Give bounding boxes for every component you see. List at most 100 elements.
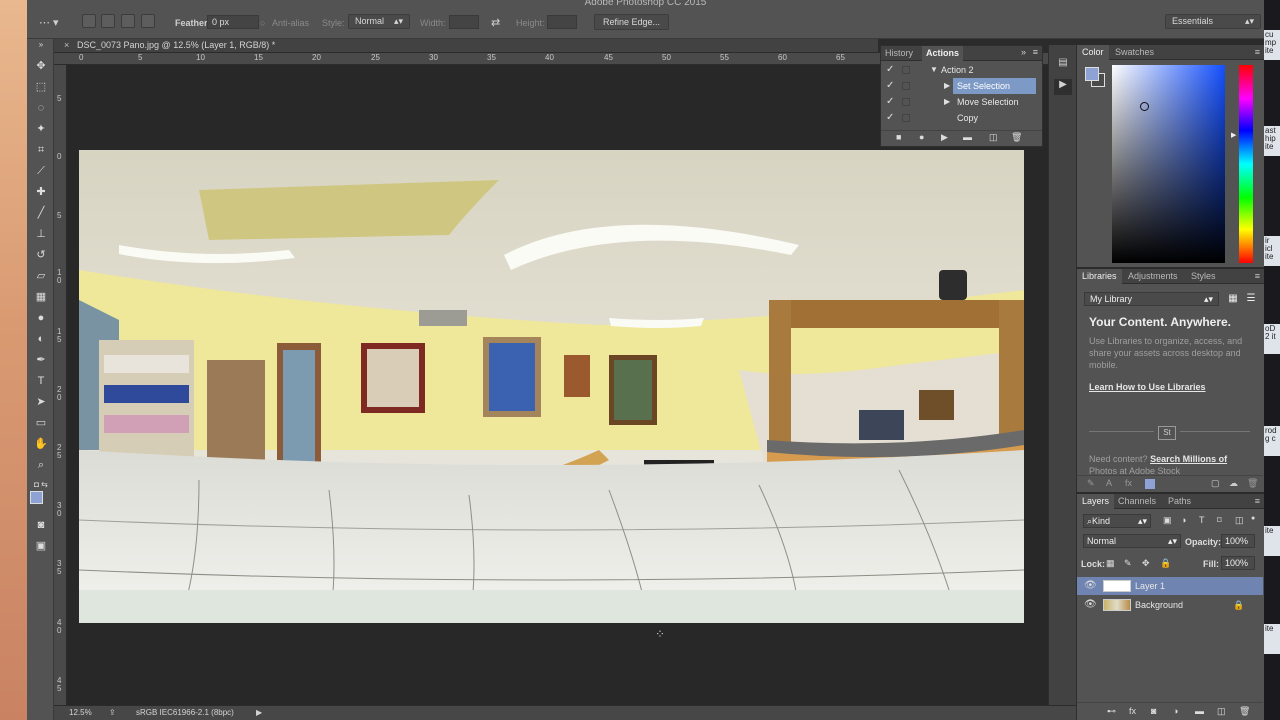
desktop-item[interactable]: ir icl ite (1264, 236, 1280, 266)
antialias-checkbox[interactable]: ○ (260, 16, 265, 30)
swap-icon[interactable]: ⇄ (491, 16, 500, 30)
add-text-icon[interactable]: A (1106, 478, 1112, 488)
close-document-icon[interactable]: × (64, 39, 69, 52)
color-picker-cursor[interactable] (1140, 102, 1149, 111)
hue-slider-handle[interactable]: ▶ (1231, 131, 1236, 139)
color-panel-foreground-swatch[interactable] (1085, 67, 1099, 81)
dialog-toggle[interactable] (902, 66, 910, 74)
blend-mode-select[interactable]: Normal ▴▾ (1083, 534, 1181, 548)
learn-libraries-link[interactable]: Learn How to Use Libraries (1089, 382, 1206, 392)
layer-row[interactable]: 👁 Layer 1 (1077, 577, 1263, 595)
move-tool-icon[interactable]: ✥ (32, 58, 50, 75)
action-row[interactable]: ✓ ▶ Move Selection (881, 94, 1042, 110)
tab-paths[interactable]: Paths (1163, 494, 1196, 509)
document-tab[interactable]: × DSC_0073 Pano.jpg @ 12.5% (Layer 1, RG… (54, 39, 878, 53)
quick-mask-icon[interactable]: ◙ (32, 517, 50, 534)
action-row[interactable]: ✓ ▶ Set Selection (881, 78, 1042, 94)
desktop-item[interactable]: ite (1264, 624, 1280, 654)
add-mask-icon[interactable]: ◙ (1151, 706, 1156, 716)
lock-position-icon[interactable]: ✥ (1142, 558, 1150, 569)
link-layers-icon[interactable]: ⊷ (1107, 706, 1116, 717)
dialog-toggle[interactable] (902, 114, 910, 122)
panorama-image[interactable] (79, 150, 1024, 623)
action-row[interactable]: ✓ ▼ Action 2 (881, 62, 1042, 78)
library-select[interactable]: My Library ▴▾ (1084, 292, 1219, 306)
new-layer-icon[interactable]: ◫ (1217, 706, 1226, 717)
clone-stamp-tool-icon[interactable]: ⊥ (32, 226, 50, 243)
height-input[interactable] (547, 15, 577, 29)
tool-preset-picker[interactable]: ⋯ ▾ (39, 16, 59, 30)
adjustment-layer-icon[interactable]: ◑ (1173, 706, 1178, 716)
feather-input[interactable]: 0 px (207, 15, 259, 29)
tab-history[interactable]: History (881, 46, 917, 61)
expand-arrow-icon[interactable]: ▶ (944, 94, 950, 110)
desktop-item[interactable]: ast hip ite (1264, 126, 1280, 156)
brush-tool-icon[interactable]: ╱ (32, 205, 50, 222)
action-enabled-checkbox[interactable]: ✓ (886, 110, 894, 126)
zoom-level[interactable]: 12.5% (69, 706, 92, 720)
collapse-arrow-icon[interactable]: ▼ (930, 62, 938, 78)
lock-image-icon[interactable]: ✎ (1124, 558, 1132, 569)
desktop-item[interactable]: oD 2 it (1264, 324, 1280, 354)
add-graphic-icon[interactable]: ✎ (1087, 478, 1095, 489)
opacity-input[interactable]: 100% (1221, 534, 1255, 548)
visibility-eye-icon[interactable]: 👁 (1084, 577, 1097, 595)
eyedropper-tool-icon[interactable]: ⟋ (32, 163, 50, 180)
marquee-tool-icon[interactable]: ⬚ (32, 79, 50, 96)
shape-tool-icon[interactable]: ▭ (32, 415, 50, 432)
style-select[interactable]: Normal ▴▾ (348, 14, 410, 29)
foreground-color-swatch[interactable] (30, 491, 43, 504)
tab-swatches[interactable]: Swatches (1110, 45, 1159, 60)
screen-mode-icon[interactable]: ▣ (32, 538, 50, 555)
tab-layers[interactable]: Layers (1077, 494, 1115, 509)
tab-libraries[interactable]: Libraries (1077, 269, 1122, 284)
layer-row[interactable]: 👁 Background 🔒 (1077, 596, 1263, 614)
tab-adjustments[interactable]: Adjustments (1123, 269, 1183, 284)
list-view-icon[interactable]: ☰ (1244, 292, 1258, 306)
desktop-item[interactable]: rod g c (1264, 426, 1280, 456)
layer-style-icon[interactable]: fx (1129, 706, 1136, 716)
stock-icon[interactable]: ▢ (1211, 478, 1220, 489)
action-enabled-checkbox[interactable]: ✓ (886, 78, 894, 94)
desktop-item[interactable]: ite (1264, 526, 1280, 556)
expand-arrow-icon[interactable]: ▶ (944, 78, 950, 94)
grid-view-icon[interactable]: ▦ (1226, 292, 1240, 306)
refine-edge-button[interactable]: Refine Edge... (594, 14, 670, 30)
dialog-toggle[interactable] (902, 82, 910, 90)
delete-layer-icon[interactable]: 🗑 (1239, 706, 1250, 717)
type-tool-icon[interactable]: T (32, 373, 50, 390)
workspace-select[interactable]: Essentials ▴▾ (1165, 14, 1261, 29)
path-selection-tool-icon[interactable]: ➤ (32, 394, 50, 411)
pen-tool-icon[interactable]: ✒ (32, 352, 50, 369)
filter-pixel-icon[interactable]: ▣ (1163, 515, 1172, 526)
status-menu-arrow-icon[interactable]: ▶ (256, 706, 262, 720)
lock-all-icon[interactable]: 🔒 (1160, 558, 1171, 569)
toolbar-collapse-icon[interactable]: » (32, 41, 50, 49)
record-icon[interactable]: ● (919, 132, 924, 142)
dialog-toggle[interactable] (902, 98, 910, 106)
filter-adjustment-icon[interactable]: ◑ (1181, 515, 1186, 525)
add-color-icon[interactable] (1145, 479, 1155, 489)
eraser-tool-icon[interactable]: ▱ (32, 268, 50, 285)
add-to-selection-icon[interactable] (101, 14, 115, 28)
new-group-icon[interactable]: ▬ (1195, 706, 1204, 716)
desktop-item[interactable]: cu mp ite (1264, 30, 1280, 60)
filter-kind-select[interactable]: ⌕Kind ▴▾ (1083, 514, 1151, 528)
subtract-from-selection-icon[interactable] (121, 14, 135, 28)
panel-menu-icon[interactable]: ≡ (1033, 47, 1038, 57)
lock-transparent-icon[interactable]: ▦ (1106, 558, 1115, 569)
tab-styles[interactable]: Styles (1186, 269, 1221, 284)
tab-color[interactable]: Color (1077, 45, 1109, 60)
width-input[interactable] (449, 15, 479, 29)
crop-tool-icon[interactable]: ⌗ (32, 142, 50, 159)
zoom-tool-icon[interactable]: ⌕ (32, 457, 50, 474)
filter-type-icon[interactable]: T (1199, 515, 1205, 525)
add-style-icon[interactable]: fx (1125, 478, 1132, 488)
share-icon[interactable]: ⇪ (109, 706, 116, 720)
visibility-eye-icon[interactable]: 👁 (1084, 596, 1097, 614)
filter-toggle[interactable]: ● (1251, 515, 1255, 522)
dodge-tool-icon[interactable]: ◐ (32, 331, 50, 348)
history-brush-tool-icon[interactable]: ↺ (32, 247, 50, 264)
tab-channels[interactable]: Channels (1113, 494, 1161, 509)
intersect-selection-icon[interactable] (141, 14, 155, 28)
